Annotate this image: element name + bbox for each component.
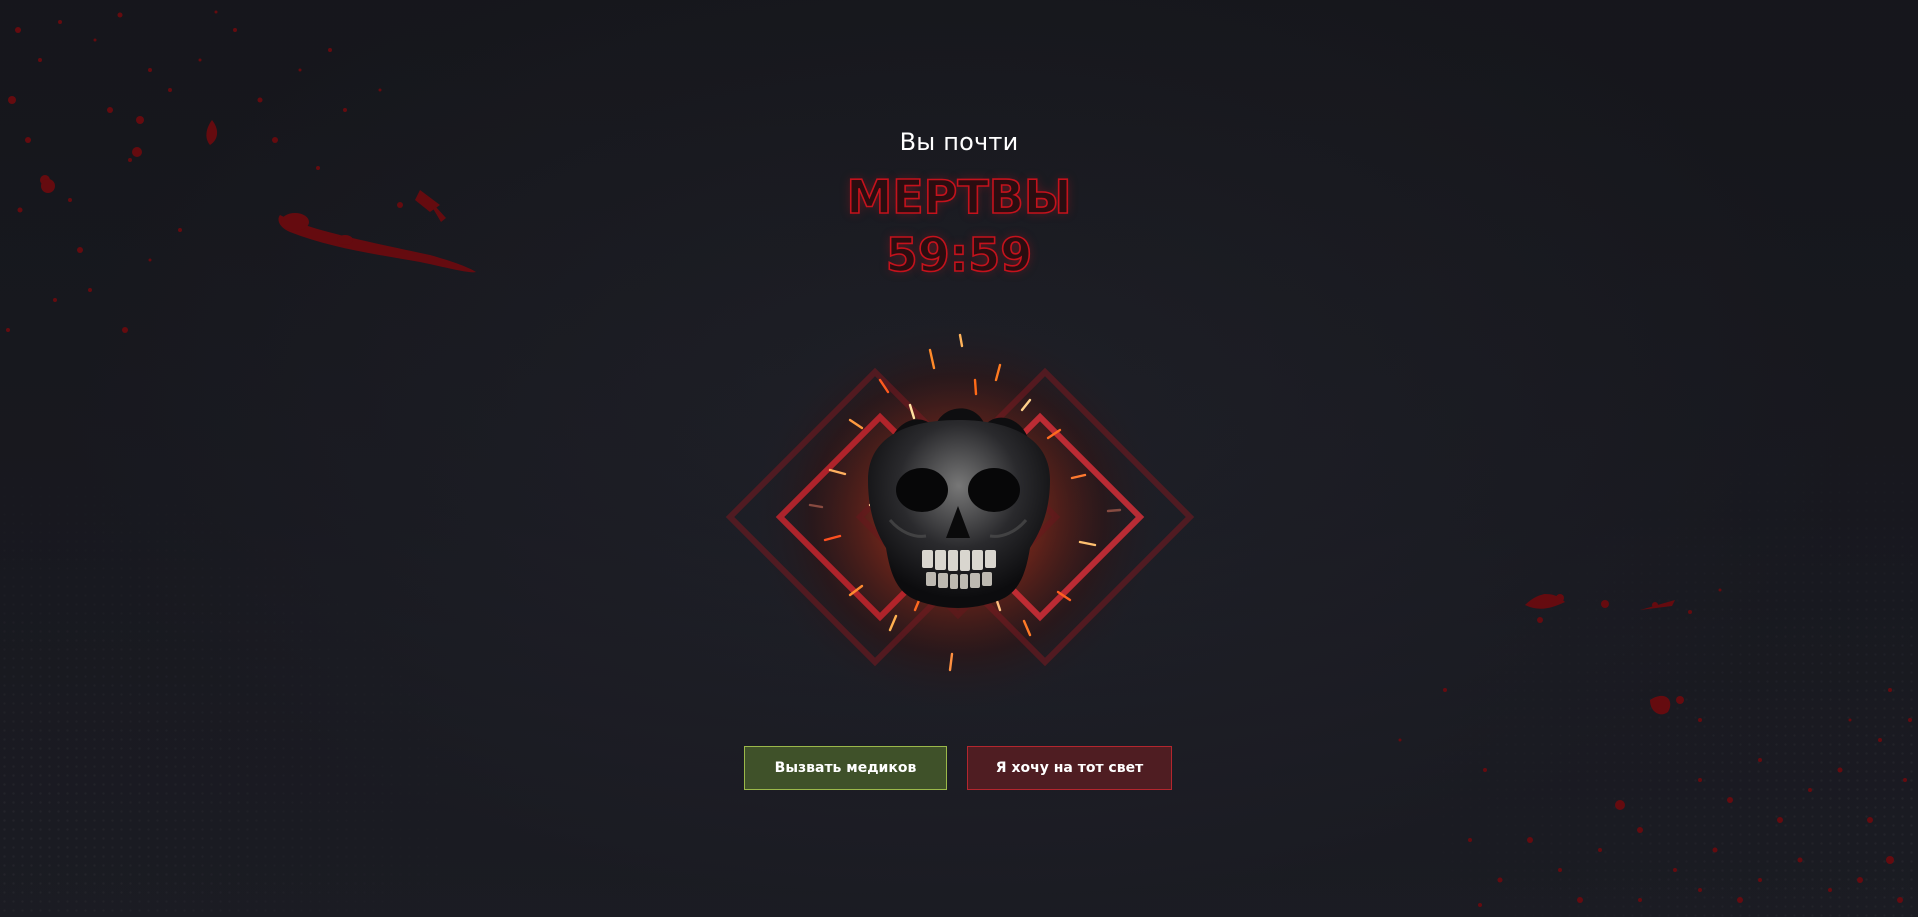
- skull-emblem: [700, 310, 1220, 720]
- subtitle: Вы почти: [899, 128, 1019, 156]
- dot-pattern-right: [1358, 380, 1918, 917]
- dot-pattern-left: [0, 420, 520, 917]
- call-medics-button[interactable]: Вызвать медиков: [744, 746, 947, 790]
- page-title: МЕРТВЫ: [846, 169, 1073, 225]
- go-to-afterlife-button[interactable]: Я хочу на тот свет: [967, 746, 1172, 790]
- countdown-timer: 59:59: [885, 227, 1033, 283]
